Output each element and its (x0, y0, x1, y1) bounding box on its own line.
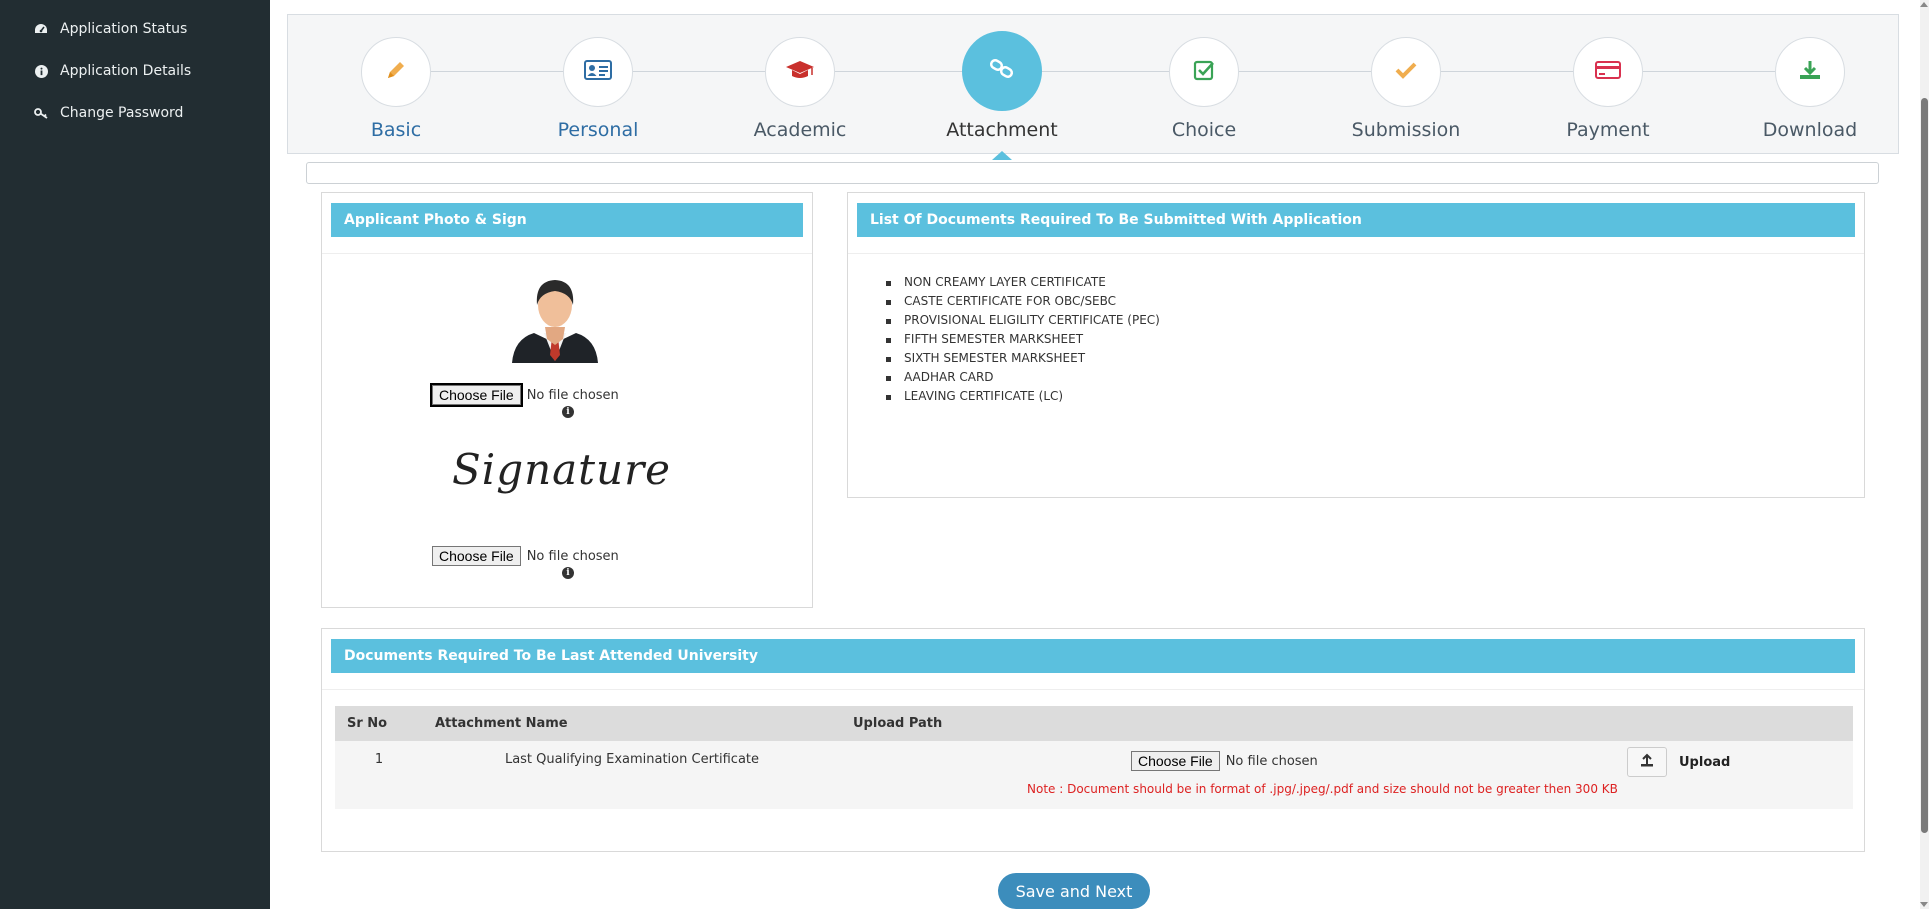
step-academic[interactable]: Academic (720, 37, 880, 141)
upload-format-note: Note : Document should be in format of .… (1027, 782, 1618, 796)
main-content: Basic Personal Academic Attachment Choic… (270, 0, 1920, 909)
progress-bar-placeholder (306, 162, 1879, 184)
step-label: Attachment (946, 119, 1058, 141)
sidebar-item-application-status[interactable]: Application Status (0, 8, 270, 50)
sidebar: Application Status Application Details C… (0, 0, 270, 909)
panel-divider (848, 253, 1864, 254)
step-attachment[interactable]: Attachment (922, 31, 1082, 160)
step-label: Personal (557, 119, 639, 141)
attachments-table: Sr No Attachment Name Upload Path 1 Last… (335, 706, 1853, 809)
upload-icon (1640, 753, 1654, 771)
sign-choose-file-button[interactable]: Choose File (432, 546, 521, 566)
step-label: Academic (753, 119, 847, 141)
step-submission[interactable]: Submission (1326, 37, 1486, 141)
required-documents-panel: List Of Documents Required To Be Submitt… (847, 192, 1865, 498)
sr-no-cell: 1 (335, 741, 423, 809)
step-download[interactable]: Download (1730, 37, 1890, 141)
credit-card-icon (1595, 60, 1621, 84)
photo-file-status: No file chosen (526, 387, 619, 403)
info-circle-icon (32, 62, 50, 80)
university-documents-panel: Documents Required To Be Last Attended U… (321, 628, 1865, 852)
step-academic-circle[interactable] (765, 37, 835, 107)
step-download-circle[interactable] (1775, 37, 1845, 107)
list-item: LEAVING CERTIFICATE (LC) (886, 387, 1160, 406)
save-and-next-button[interactable]: Save and Next (998, 873, 1150, 909)
photo-choose-file-button[interactable]: Choose File (430, 383, 523, 407)
avatar (510, 271, 600, 367)
list-item: AADHAR CARD (886, 368, 1160, 387)
download-icon (1798, 59, 1822, 85)
panel-divider (322, 689, 1864, 690)
list-item: FIFTH SEMESTER MARKSHEET (886, 330, 1160, 349)
sidebar-item-application-details[interactable]: Application Details (0, 50, 270, 92)
id-card-icon (584, 59, 612, 85)
step-label: Choice (1171, 119, 1237, 141)
active-step-caret (992, 151, 1012, 160)
checkmark-icon (1394, 60, 1418, 84)
step-basic[interactable]: Basic (316, 37, 476, 141)
table-header-row: Sr No Attachment Name Upload Path (335, 706, 1853, 741)
step-label: Basic (370, 119, 422, 141)
upload-control: Upload (1627, 747, 1730, 777)
page-scrollbar[interactable] (1920, 0, 1929, 909)
step-payment-circle[interactable] (1573, 37, 1643, 107)
table-row: 1 Last Qualifying Examination Certificat… (335, 741, 1853, 809)
list-item: PROVISIONAL ELIGILITY CERTIFICATE (PEC) (886, 311, 1160, 330)
column-header-upload-path: Upload Path (841, 706, 1853, 741)
upload-button[interactable] (1627, 747, 1667, 777)
step-personal[interactable]: Personal (518, 37, 678, 141)
panel-title: Applicant Photo & Sign (331, 203, 803, 237)
signature-sample: Signature (452, 445, 672, 494)
scroll-down-arrow-icon[interactable] (1920, 902, 1928, 907)
step-choice[interactable]: Choice (1124, 37, 1284, 141)
attachment-file-input[interactable]: Choose File No file chosen (1131, 751, 1318, 771)
step-label: Submission (1351, 119, 1461, 141)
sidebar-item-label: Application Status (60, 21, 188, 37)
pencil-icon (384, 58, 408, 86)
chain-link-icon (989, 58, 1015, 84)
step-label: Payment (1566, 119, 1650, 141)
list-item: NON CREAMY LAYER CERTIFICATE (886, 273, 1160, 292)
dashboard-icon (32, 20, 50, 38)
check-square-icon (1193, 59, 1215, 85)
sign-info-icon[interactable]: i (562, 567, 574, 579)
list-item: SIXTH SEMESTER MARKSHEET (886, 349, 1160, 368)
key-icon (32, 104, 50, 122)
sidebar-item-label: Change Password (60, 105, 184, 121)
upload-label[interactable]: Upload (1679, 755, 1730, 770)
step-label: Download (1762, 119, 1858, 141)
scrollbar-thumb[interactable] (1921, 98, 1928, 833)
graduation-cap-icon (785, 59, 815, 85)
column-header-attachment-name: Attachment Name (423, 706, 841, 741)
step-choice-circle[interactable] (1169, 37, 1239, 107)
photo-file-input[interactable]: Choose File No file chosen (430, 383, 619, 407)
sign-file-input[interactable]: Choose File No file chosen (432, 546, 619, 566)
document-list: NON CREAMY LAYER CERTIFICATE CASTE CERTI… (886, 273, 1160, 406)
step-submission-circle[interactable] (1371, 37, 1441, 107)
sidebar-item-label: Application Details (60, 63, 192, 79)
step-basic-circle[interactable] (361, 37, 431, 107)
step-personal-circle[interactable] (563, 37, 633, 107)
application-wizard: Basic Personal Academic Attachment Choic… (287, 14, 1899, 160)
step-payment[interactable]: Payment (1528, 37, 1688, 141)
sign-file-status: No file chosen (526, 548, 619, 564)
panel-title: Documents Required To Be Last Attended U… (331, 639, 1855, 673)
list-item: CASTE CERTIFICATE FOR OBC/SEBC (886, 292, 1160, 311)
column-header-sr-no: Sr No (335, 706, 423, 741)
panel-title: List Of Documents Required To Be Submitt… (857, 203, 1855, 237)
attachment-name-cell: Last Qualifying Examination Certificate (423, 741, 841, 809)
photo-info-icon[interactable]: i (562, 406, 574, 418)
step-attachment-circle[interactable] (962, 31, 1042, 111)
upload-path-cell: Choose File No file chosen Upload Note:… (841, 741, 1853, 809)
photo-sign-panel: Applicant Photo & Sign Choose File No fi… (321, 192, 813, 608)
attachment-choose-file-button[interactable]: Choose File (1131, 751, 1220, 771)
attachment-file-status: No file chosen (1225, 753, 1318, 769)
panel-divider (322, 253, 812, 254)
sidebar-item-change-password[interactable]: Change Password (0, 92, 270, 134)
scroll-up-arrow-icon[interactable] (1920, 2, 1928, 7)
